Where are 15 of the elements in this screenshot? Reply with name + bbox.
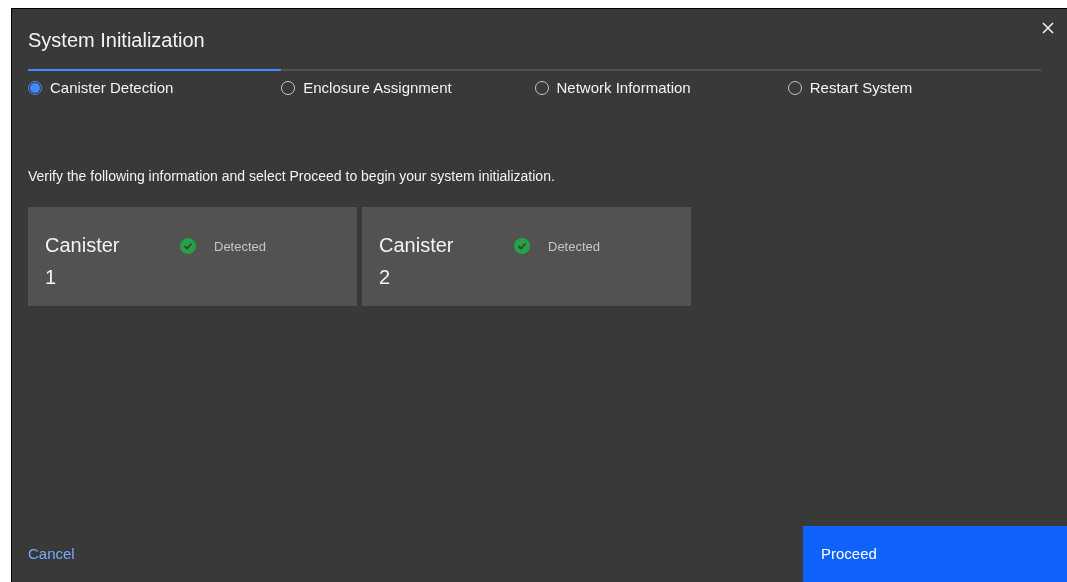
- canister-number: 2: [379, 264, 392, 290]
- dialog-title: System Initialization: [28, 28, 205, 53]
- status-text: Detected: [214, 237, 267, 256]
- canister-name: Canister: [45, 232, 121, 258]
- canister-name: Canister: [379, 232, 455, 258]
- progress-step[interactable]: Canister Detection: [28, 69, 282, 100]
- progress-step[interactable]: Restart System: [787, 69, 1041, 100]
- close-icon[interactable]: [1041, 21, 1055, 35]
- cancel-button[interactable]: Cancel: [12, 526, 803, 582]
- progress-step[interactable]: Network Information: [534, 69, 788, 100]
- instruction-text: Verify the following information and select Proceed to begin your system initialization.: [28, 166, 556, 186]
- canister-number: 1: [45, 264, 58, 290]
- status-text: Detected: [548, 237, 601, 256]
- progress-step[interactable]: Enclosure Assignment: [281, 69, 535, 100]
- proceed-button[interactable]: Proceed: [803, 526, 1067, 582]
